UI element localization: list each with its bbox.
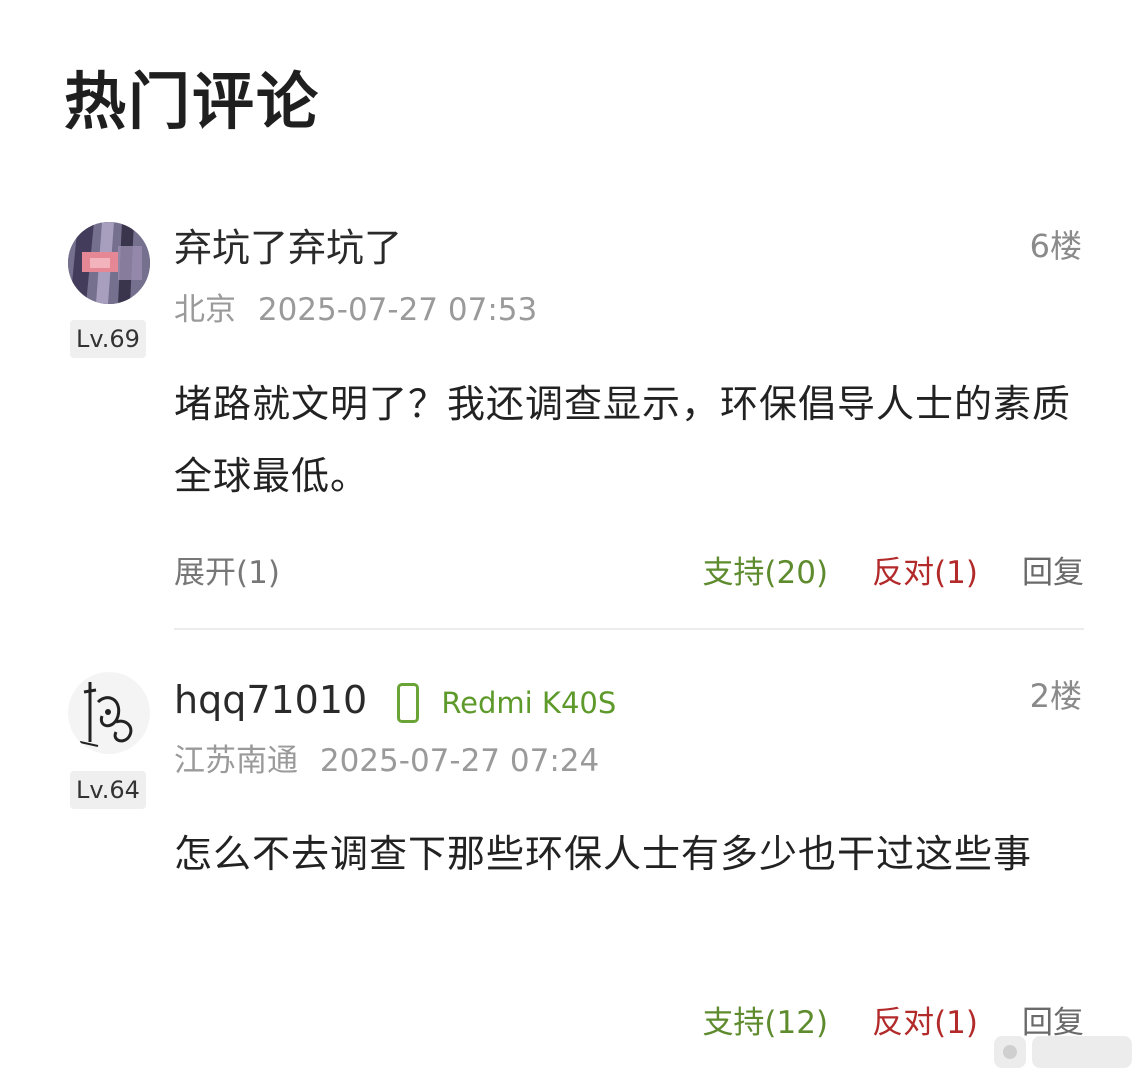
expand-replies-button[interactable]: 展开(1) xyxy=(174,551,280,595)
divider xyxy=(174,628,1084,630)
oppose-button[interactable]: 反对(1) xyxy=(872,551,978,595)
floor-number: 6楼 xyxy=(1029,227,1082,265)
calligraphy-sketch-avatar-icon xyxy=(68,672,150,754)
device-tag: Redmi K40S xyxy=(397,679,616,727)
support-button[interactable]: 支持(20) xyxy=(702,551,828,595)
level-badge: Lv.64 xyxy=(70,771,146,809)
support-button[interactable]: 支持(12) xyxy=(702,1001,828,1045)
comment-content: 堵路就文明了？我还调查显示，环保倡导人士的素质全球最低。 xyxy=(174,382,1072,498)
reply-button[interactable]: 回复 xyxy=(1022,551,1084,595)
comment-meta: 江苏南通 2025-07-27 07:24 xyxy=(174,741,599,781)
user-avatar[interactable] xyxy=(68,672,150,754)
comment-content: 怎么不去调查下那些环保人士有多少也干过这些事 xyxy=(174,832,1033,876)
location: 北京 xyxy=(174,292,236,328)
oppose-button[interactable]: 反对(1) xyxy=(872,1001,978,1045)
abstract-pink-purple-avatar-icon xyxy=(68,222,150,304)
floor-number: 2楼 xyxy=(1029,677,1082,715)
page-title: 热门评论 xyxy=(64,65,321,138)
watermark-logo-icon xyxy=(994,1036,1132,1068)
comment-actions: 支持(12) 反对(1) 回复 xyxy=(174,1001,1084,1045)
location: 江苏南通 xyxy=(174,743,298,779)
level-badge: Lv.69 xyxy=(70,320,146,358)
username[interactable]: hqq71010 xyxy=(174,678,367,722)
device-name: Redmi K40S xyxy=(441,685,617,720)
comment-actions: 展开(1) 支持(20) 反对(1) 回复 xyxy=(174,551,1084,595)
timestamp: 2025-07-27 07:24 xyxy=(319,743,600,779)
phone-icon xyxy=(397,682,420,723)
username[interactable]: 弃坑了弃坑了 xyxy=(174,224,402,272)
user-avatar[interactable] xyxy=(68,222,150,304)
comment-meta: 北京 2025-07-27 07:53 xyxy=(174,290,537,330)
timestamp: 2025-07-27 07:53 xyxy=(257,292,538,328)
username-row: hqq71010 Redmi K40S xyxy=(174,676,616,727)
